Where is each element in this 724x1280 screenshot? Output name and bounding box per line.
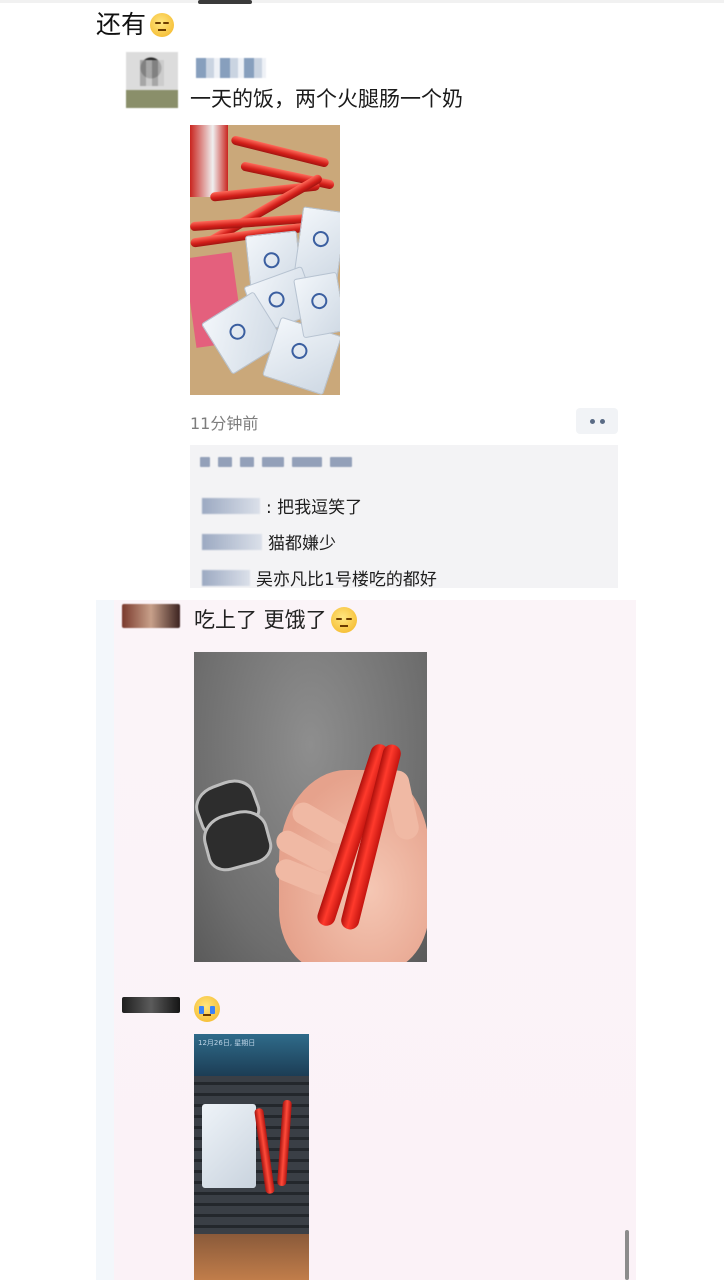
dot-icon	[599, 418, 605, 424]
top-tab-indicator	[198, 0, 252, 4]
faded-left-strip	[96, 600, 114, 1280]
comment-item[interactable]: 吴亦凡比1号楼吃的都好	[202, 565, 437, 590]
wooden-table	[194, 1234, 309, 1280]
sad-face-icon	[330, 607, 357, 633]
laptop-screen: 12月26日, 星期日	[194, 1034, 309, 1076]
photo-date-text: 12月26日, 星期日	[198, 1039, 256, 1047]
post-photo-hand-sausages[interactable]	[194, 652, 427, 962]
blurred-commenter-name	[202, 497, 260, 514]
crying-face-icon	[194, 996, 220, 1022]
heading: 还有	[96, 8, 175, 42]
comment-item[interactable]: 猫都嫌少	[202, 529, 336, 554]
blurred-commenter-name	[202, 569, 250, 586]
post-photo-sausages-milk[interactable]	[190, 125, 340, 395]
post-time: 11分钟前	[190, 414, 259, 433]
scrollbar[interactable]	[625, 1230, 629, 1280]
unamused-face-icon	[150, 13, 175, 37]
comment-item[interactable]: : 把我逗笑了	[202, 493, 362, 518]
comment-text: 猫都嫌少	[268, 534, 336, 554]
blurred-commenter-name	[202, 533, 262, 550]
milk-pack	[202, 1104, 256, 1188]
post-photo-laptop-milk-sausages[interactable]: 12月26日, 星期日	[194, 1034, 309, 1280]
comment-section: : 把我逗笑了 猫都嫌少 吴亦凡比1号楼吃的都好	[190, 445, 618, 590]
heading-text: 还有	[96, 10, 147, 39]
avatar[interactable]	[126, 52, 178, 108]
more-options-button[interactable]	[576, 408, 618, 434]
sausage-box	[190, 125, 228, 197]
post-text: 吃上了 更饿了	[194, 605, 357, 635]
comment-text: 吴亦凡比1号楼吃的都好	[256, 570, 437, 590]
avatar[interactable]	[122, 997, 180, 1013]
avatar[interactable]	[122, 604, 180, 628]
dot-icon	[589, 418, 595, 424]
screenshot-page: 还有 一天的饭，两个火腿肠一个奶 11分钟前: 把我逗笑了 猫都嫌少 吴亦凡比…	[0, 0, 724, 1280]
post-text-content: 吃上了 更饿了	[194, 608, 327, 632]
likes-row[interactable]	[200, 457, 352, 467]
top-divider	[0, 0, 724, 3]
blurred-username[interactable]	[196, 58, 266, 78]
post-text: 一天的饭，两个火腿肠一个奶	[190, 87, 463, 111]
comment-text: : 把我逗笑了	[266, 498, 363, 518]
